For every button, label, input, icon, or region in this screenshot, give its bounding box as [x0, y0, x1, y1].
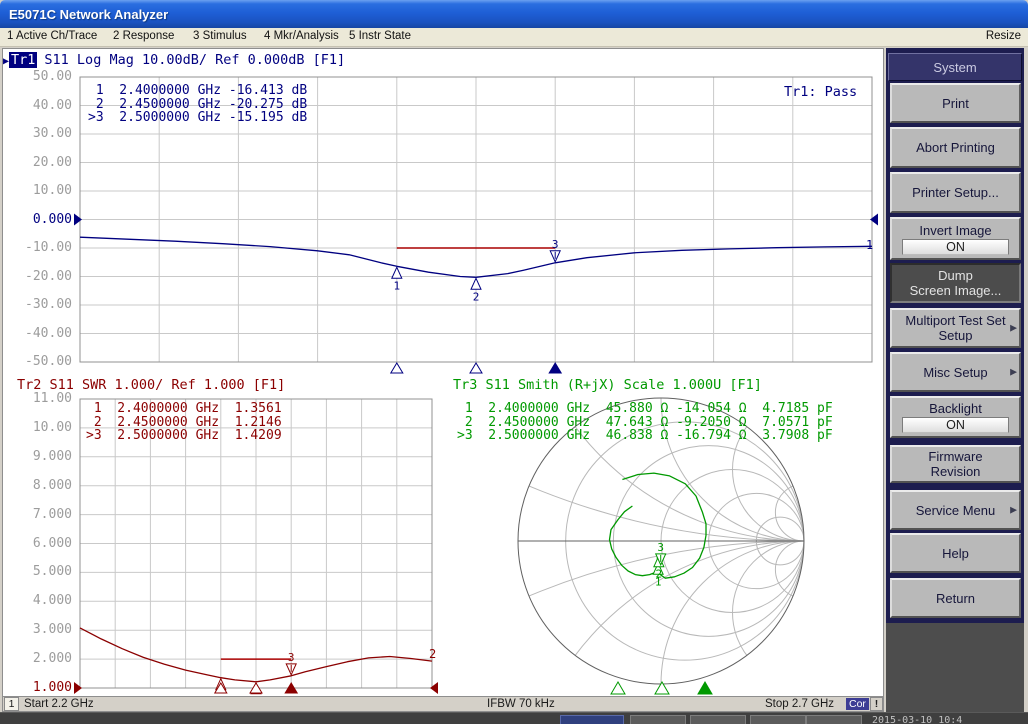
softkey-menu: System Print Abort Printing Printer Setup.… [886, 48, 1024, 712]
channel-number-badge: 1 [4, 697, 19, 711]
softkey-label: Printer Setup... [912, 185, 999, 200]
menu-item-1[interactable]: 1 Active Ch/Trace [7, 30, 97, 42]
alert-badge: ! [870, 697, 883, 711]
softkey-label: Help [942, 546, 969, 561]
channel-status-bar: 1 Start 2.2 GHz IFBW 70 kHz Stop 2.7 GHz… [3, 696, 883, 711]
channel-window: 1 Start 2.2 GHz IFBW 70 kHz Stop 2.7 GHz… [2, 48, 884, 712]
softkey-label: Print [942, 96, 969, 111]
softkey-label: Abort Printing [916, 140, 995, 155]
stop-frequency-readout: Stop 2.7 GHz [765, 698, 834, 710]
softkey-print[interactable]: Print [890, 83, 1021, 123]
softkey-dump-screen-image[interactable]: Dump Screen Image... [890, 263, 1021, 303]
menu-item-5[interactable]: 5 Instr State [349, 30, 411, 42]
softkey-return[interactable]: Return [890, 578, 1021, 618]
menu-bar: Resize 1 Active Ch/Trace 2 Response 3 Stim… [0, 28, 1028, 47]
menu-item-3[interactable]: 3 Stimulus [193, 30, 247, 42]
window-title: E5071C Network Analyzer [0, 7, 168, 22]
ifbw-readout: IFBW 70 kHz [487, 698, 555, 710]
submenu-arrow-icon: ▶ [1010, 321, 1017, 336]
menu-item-4[interactable]: 4 Mkr/Analysis [264, 30, 339, 42]
softkey-backlight[interactable]: BacklightON [890, 396, 1021, 438]
start-frequency-readout: Start 2.2 GHz [24, 698, 94, 710]
softkey-toggle-state: ON [902, 417, 1008, 433]
submenu-arrow-icon: ▶ [1010, 365, 1017, 380]
softkey-abort-printing[interactable]: Abort Printing [890, 127, 1021, 168]
softkey-toggle-state: ON [902, 239, 1008, 255]
softkey-label: Backlight [929, 401, 982, 416]
softkey-label: Firmware Revision [928, 449, 982, 479]
menu-item-resize[interactable]: Resize [986, 30, 1021, 42]
correction-badge: Cor [846, 698, 869, 710]
softkey-firmware-revision[interactable]: Firmware Revision [890, 445, 1021, 483]
softkey-menu-title: System [888, 53, 1022, 81]
submenu-arrow-icon: ▶ [1010, 503, 1017, 518]
softkey-label: Invert Image [919, 223, 991, 238]
softkey-label: Misc Setup [923, 365, 987, 380]
softkey-multiport-test-set-setup[interactable]: Multiport Test Set Setup ▶ [890, 308, 1021, 348]
softkey-label: Return [936, 591, 975, 606]
softkey-menu-filler [886, 623, 1024, 712]
softkey-label: Dump Screen Image... [910, 268, 1002, 298]
softkey-invert-image[interactable]: Invert ImageON [890, 217, 1021, 260]
softkey-label: Multiport Test Set Setup [905, 313, 1005, 343]
title-bar: E5071C Network Analyzer [0, 0, 1028, 28]
softkey-printer-setup[interactable]: Printer Setup... [890, 172, 1021, 213]
taskbar-partial-strip: 2015-03-10 10:4 [0, 712, 1028, 724]
softkey-service-menu[interactable]: Service Menu ▶ [890, 490, 1021, 530]
softkey-help[interactable]: Help [890, 533, 1021, 573]
softkey-label: Service Menu [916, 503, 995, 518]
menu-item-2[interactable]: 2 Response [113, 30, 174, 42]
softkey-misc-setup[interactable]: Misc Setup ▶ [890, 352, 1021, 392]
